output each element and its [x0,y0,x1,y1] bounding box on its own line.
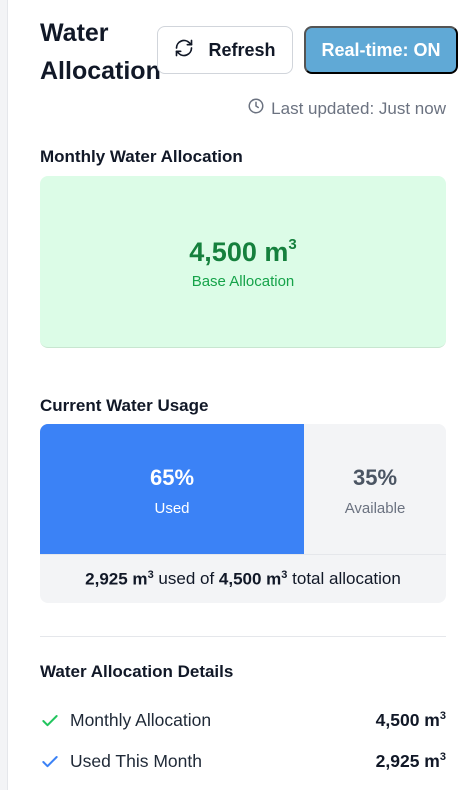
detail-row-used-this-month: Used This Month 2,925 m3 [40,741,446,782]
detail-label: Used This Month [70,751,202,771]
clock-icon [247,97,265,120]
used-percent: 65% [149,465,195,490]
available-percent: 35% [352,465,398,490]
last-updated-text: Last updated: Just now [271,98,446,118]
used-label: Used [154,500,190,517]
monthly-allocation-heading: Monthly Water Allocation [40,147,243,166]
left-rail [0,0,8,790]
check-icon [40,752,60,772]
detail-row-monthly-allocation: Monthly Allocation 4,500 m3 [40,700,446,741]
usage-used-segment: 65% Used [40,424,304,554]
monthly-allocation-card: 4,500 m3 Base Allocation [40,176,446,348]
detail-value: 4,500 m3 [375,710,446,730]
current-usage-heading: Current Water Usage [40,396,209,415]
allocation-value: 4,500 m3 [189,236,297,267]
summary-used-value: 2,925 m3 [85,568,154,589]
available-label: Available [344,500,406,517]
usage-card: 65% Used 35% Available 2,925 m3 used of … [40,424,446,603]
realtime-toggle-button[interactable]: Real-time: ON [304,26,458,74]
refresh-button[interactable]: Refresh [157,26,293,74]
usage-summary: 2,925 m3 used of 4,500 m3 total allocati… [40,554,446,603]
summary-mid-text: used of [153,569,219,588]
usage-available-segment: 35% Available [304,424,446,554]
allocation-label: Base Allocation [191,273,295,290]
detail-label: Monthly Allocation [70,710,212,730]
details-heading: Water Allocation Details [40,662,234,681]
refresh-button-label: Refresh [208,39,276,60]
section-divider [40,636,446,637]
summary-end-text: total allocation [287,569,401,588]
page-title: Water Allocation [40,19,161,85]
check-icon [40,711,60,731]
last-updated-status: Last updated: Just now [247,97,446,120]
summary-total-value: 4,500 m3 [218,568,288,589]
page-header: Water Allocation Refresh Real-time: ON [40,14,458,85]
refresh-icon [174,38,194,63]
details-list: Monthly Allocation 4,500 m3 Used This Mo… [40,700,446,782]
detail-value: 2,925 m3 [375,751,446,771]
